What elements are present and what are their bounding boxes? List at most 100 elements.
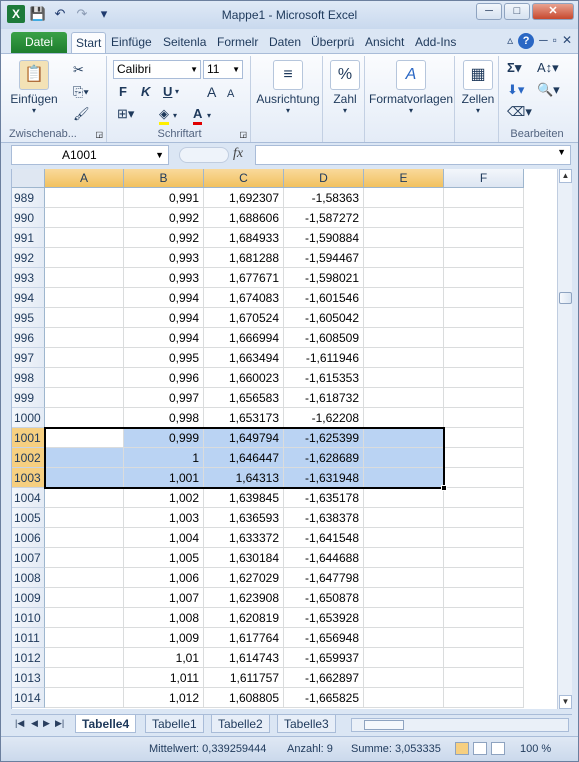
tab-formulas[interactable]: Formelr <box>213 32 262 53</box>
cell-f[interactable] <box>444 328 524 348</box>
row-header[interactable]: 997 <box>12 348 45 368</box>
page-break-view-button[interactable] <box>491 742 505 755</box>
cell-a[interactable] <box>45 348 124 368</box>
cell-b[interactable]: 0,993 <box>124 268 204 288</box>
row-header[interactable]: 998 <box>12 368 45 388</box>
tab-file[interactable]: Datei <box>11 32 67 53</box>
cell-a[interactable] <box>45 468 124 488</box>
minimize-button[interactable]: ─ <box>476 3 502 20</box>
row-header[interactable]: 1000 <box>12 408 45 428</box>
row-header[interactable]: 1003 <box>12 468 45 488</box>
cell-c[interactable]: 1,611757 <box>204 668 284 688</box>
cell-d[interactable]: -1,656948 <box>284 628 364 648</box>
paste-button[interactable]: 📋 Einfügen ▾ <box>9 60 59 115</box>
column-header-b[interactable]: B <box>124 169 204 188</box>
cell-e[interactable] <box>364 588 444 608</box>
column-header-d[interactable]: D <box>284 169 364 188</box>
cell-d[interactable]: -1,615353 <box>284 368 364 388</box>
cell-e[interactable] <box>364 388 444 408</box>
cell-a[interactable] <box>45 228 124 248</box>
row-header[interactable]: 1012 <box>12 648 45 668</box>
cell-d[interactable]: -1,594467 <box>284 248 364 268</box>
cell-e[interactable] <box>364 508 444 528</box>
row-header[interactable]: 1004 <box>12 488 45 508</box>
cell-b[interactable]: 1,006 <box>124 568 204 588</box>
first-sheet-icon[interactable]: |◀ <box>15 718 24 729</box>
cell-d[interactable]: -1,587272 <box>284 208 364 228</box>
cell-d[interactable]: -1,635178 <box>284 488 364 508</box>
cell-c[interactable]: 1,670524 <box>204 308 284 328</box>
cell-a[interactable] <box>45 688 124 708</box>
cell-c[interactable]: 1,677671 <box>204 268 284 288</box>
borders-icon[interactable]: ⊞▾ <box>117 106 134 122</box>
cell-e[interactable] <box>364 468 444 488</box>
doc-minimize-icon[interactable]: ─ <box>539 33 548 49</box>
cell-f[interactable] <box>444 508 524 528</box>
tab-view[interactable]: Ansicht <box>361 32 408 53</box>
row-header[interactable]: 1007 <box>12 548 45 568</box>
cell-b[interactable]: 0,992 <box>124 208 204 228</box>
cell-b[interactable]: 0,999 <box>124 428 204 448</box>
underline-dropdown-icon[interactable]: ▾ <box>175 84 179 100</box>
column-header-f[interactable]: F <box>444 169 524 188</box>
cell-c[interactable]: 1,649794 <box>204 428 284 448</box>
cell-c[interactable]: 1,656583 <box>204 388 284 408</box>
cell-f[interactable] <box>444 228 524 248</box>
cell-e[interactable] <box>364 528 444 548</box>
cell-b[interactable]: 0,997 <box>124 388 204 408</box>
underline-button[interactable]: U <box>163 84 172 100</box>
last-sheet-icon[interactable]: ▶| <box>55 718 64 729</box>
cell-d[interactable]: -1,605042 <box>284 308 364 328</box>
row-header[interactable]: 1002 <box>12 448 45 468</box>
find-select-icon[interactable]: 🔍▾ <box>537 82 560 98</box>
cell-d[interactable]: -1,644688 <box>284 548 364 568</box>
cell-f[interactable] <box>444 208 524 228</box>
cell-a[interactable] <box>45 328 124 348</box>
cell-e[interactable] <box>364 188 444 208</box>
tab-data[interactable]: Daten <box>265 32 305 53</box>
cell-f[interactable] <box>444 348 524 368</box>
cell-f[interactable] <box>444 668 524 688</box>
grow-font-button[interactable]: A <box>207 84 216 100</box>
cell-c[interactable]: 1,684933 <box>204 228 284 248</box>
cell-c[interactable]: 1,623908 <box>204 588 284 608</box>
cell-b[interactable]: 0,991 <box>124 188 204 208</box>
row-header[interactable]: 1001 <box>12 428 45 448</box>
font-color-dropdown-icon[interactable]: ▾ <box>207 108 211 124</box>
row-header[interactable]: 996 <box>12 328 45 348</box>
row-header[interactable]: 1009 <box>12 588 45 608</box>
cell-f[interactable] <box>444 588 524 608</box>
cell-e[interactable] <box>364 628 444 648</box>
cell-b[interactable]: 1,002 <box>124 488 204 508</box>
cell-a[interactable] <box>45 508 124 528</box>
cell-d[interactable]: -1,611946 <box>284 348 364 368</box>
cell-c[interactable]: 1,639845 <box>204 488 284 508</box>
cell-f[interactable] <box>444 308 524 328</box>
cell-f[interactable] <box>444 648 524 668</box>
worksheet-grid[interactable]: A B C D E F 989 0,991 1,692307 -1,58363 990 0,992 1,… <box>11 169 557 709</box>
cell-a[interactable] <box>45 428 124 448</box>
cell-e[interactable] <box>364 428 444 448</box>
cell-b[interactable]: 0,993 <box>124 248 204 268</box>
cell-c[interactable]: 1,627029 <box>204 568 284 588</box>
cell-a[interactable] <box>45 248 124 268</box>
cell-e[interactable] <box>364 608 444 628</box>
cell-d[interactable]: -1,618732 <box>284 388 364 408</box>
sort-filter-icon[interactable]: A↕▾ <box>537 60 559 76</box>
next-sheet-icon[interactable]: ▶ <box>43 718 50 729</box>
cell-d[interactable]: -1,647798 <box>284 568 364 588</box>
tab-review[interactable]: Überprü <box>307 32 358 53</box>
cell-c[interactable]: 1,653173 <box>204 408 284 428</box>
cell-d[interactable]: -1,638378 <box>284 508 364 528</box>
formula-bar-resize[interactable] <box>179 147 229 163</box>
row-header[interactable]: 989 <box>12 188 45 208</box>
cell-e[interactable] <box>364 228 444 248</box>
cell-e[interactable] <box>364 488 444 508</box>
cell-d[interactable]: -1,628689 <box>284 448 364 468</box>
doc-close-icon[interactable]: ✕ <box>562 33 572 49</box>
autosum-icon[interactable]: Σ▾ <box>507 60 521 76</box>
select-all-corner[interactable] <box>12 169 45 188</box>
fill-icon[interactable]: ⬇▾ <box>507 82 524 98</box>
copy-icon[interactable]: ⎘▾ <box>73 84 89 100</box>
cell-c[interactable]: 1,617764 <box>204 628 284 648</box>
